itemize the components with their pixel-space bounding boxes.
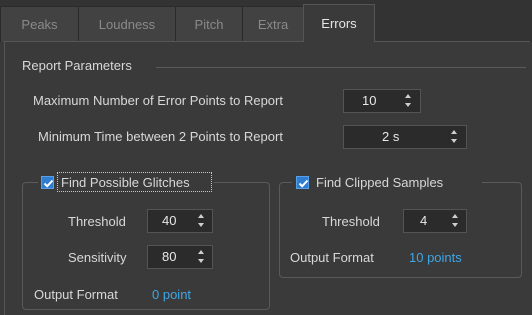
tab-extra[interactable]: Extra [242, 6, 304, 42]
clipped-checkbox[interactable] [296, 176, 309, 189]
max-error-points-value: 10 [362, 93, 377, 108]
stepper-arrows-icon[interactable] [405, 93, 413, 109]
report-parameters-title: Report Parameters [22, 58, 132, 73]
glitches-sensitivity-value: 80 [162, 249, 177, 264]
stepper-arrows-icon[interactable] [198, 213, 206, 229]
min-time-value: 2 s [382, 129, 400, 144]
stepper-arrows-icon[interactable] [452, 213, 460, 229]
checkmark-icon [298, 179, 309, 188]
stepper-arrows-icon[interactable] [451, 129, 459, 145]
clipped-threshold-stepper[interactable]: 4 [403, 209, 467, 233]
glitches-output-format-link[interactable]: 0 point [152, 287, 191, 302]
tab-peaks[interactable]: Peaks [0, 6, 79, 42]
clipped-threshold-value: 4 [420, 213, 428, 228]
glitches-output-format-label: Output Format [34, 287, 118, 302]
tab-loudness[interactable]: Loudness [78, 6, 176, 42]
clipped-output-format-link[interactable]: 10 points [409, 250, 462, 265]
clipped-threshold-label: Threshold [322, 214, 380, 229]
glitches-label[interactable]: Find Possible Glitches [61, 175, 190, 190]
max-error-points-stepper[interactable]: 10 [343, 89, 421, 113]
tab-errors[interactable]: Errors [303, 4, 375, 42]
glitches-threshold-stepper[interactable]: 40 [147, 209, 213, 233]
max-error-points-label: Maximum Number of Error Points to Report [33, 93, 283, 108]
min-time-label: Minimum Time between 2 Points to Report [38, 129, 283, 144]
report-parameters-divider [156, 67, 526, 68]
glitches-checkbox[interactable] [41, 176, 54, 189]
stepper-arrows-icon[interactable] [198, 249, 206, 265]
glitches-sensitivity-label: Sensitivity [68, 250, 127, 265]
glitches-threshold-label: Threshold [68, 214, 126, 229]
min-time-stepper[interactable]: 2 s [343, 125, 467, 149]
clipped-output-format-label: Output Format [290, 250, 374, 265]
clipped-label[interactable]: Find Clipped Samples [316, 175, 443, 190]
checkmark-icon [43, 179, 54, 188]
glitches-threshold-value: 40 [162, 213, 177, 228]
tab-bar: Peaks Loudness Pitch Extra Errors [0, 0, 532, 42]
tab-pitch[interactable]: Pitch [175, 6, 243, 42]
glitches-sensitivity-stepper[interactable]: 80 [147, 245, 213, 269]
